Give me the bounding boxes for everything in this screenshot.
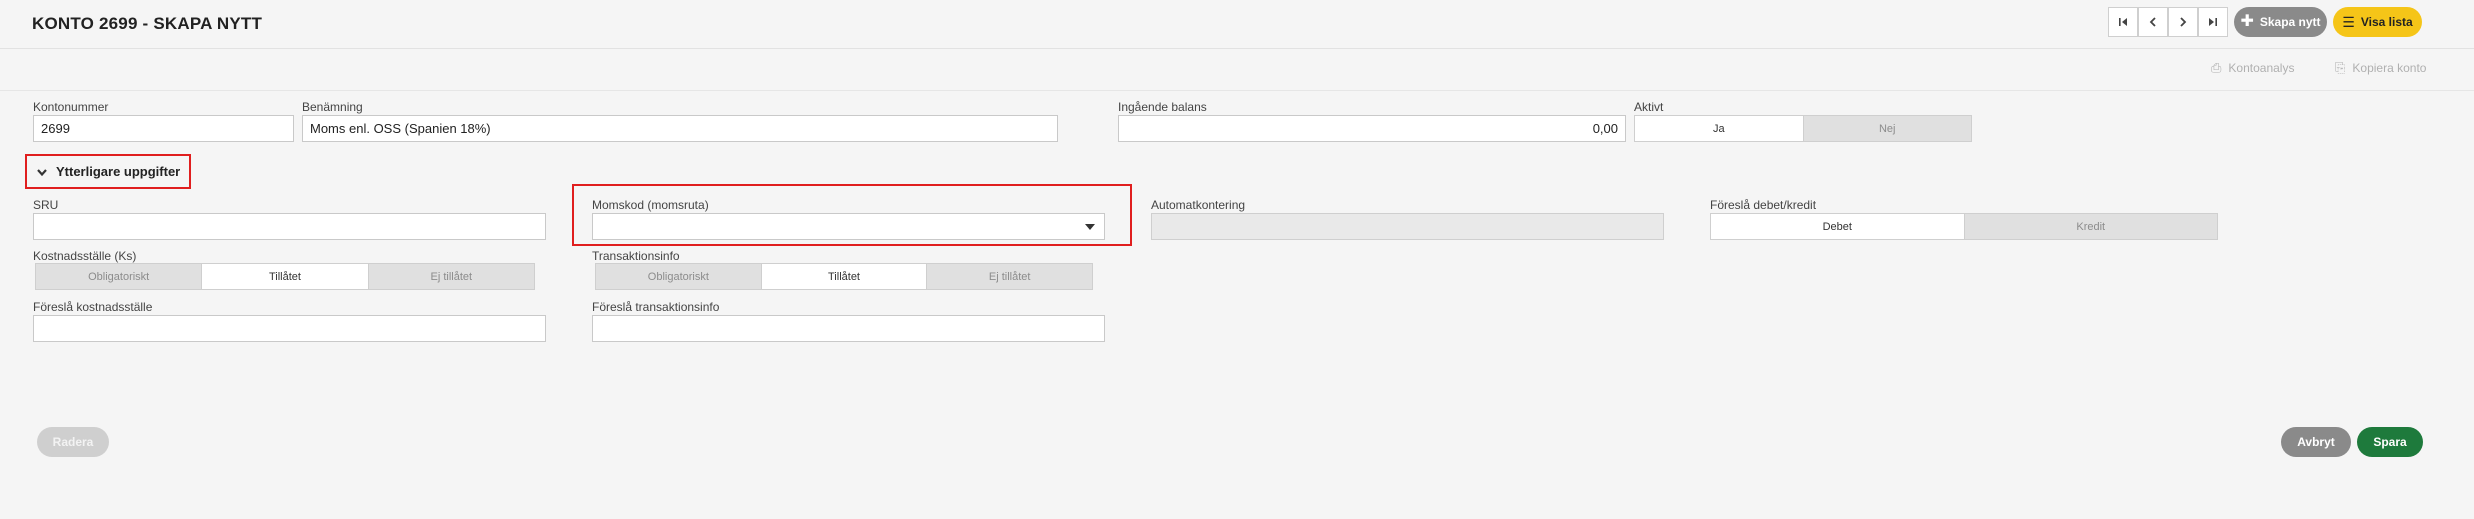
previous-record-button[interactable]: [2138, 7, 2168, 37]
active-toggle: Ja Nej: [1634, 115, 1972, 142]
create-new-button[interactable]: ✚ Skapa nytt: [2234, 7, 2327, 37]
create-new-label: Skapa nytt: [2259, 15, 2321, 29]
opening-balance-label: Ingående balans: [1118, 100, 1207, 114]
last-record-button[interactable]: [2198, 7, 2228, 37]
delete-button[interactable]: Radera: [37, 427, 109, 457]
copy-icon: ⎘: [2335, 60, 2346, 75]
caret-down-icon: [1085, 224, 1095, 230]
debit-option[interactable]: Debet: [1711, 214, 1964, 239]
extra-details-toggle[interactable]: Ytterligare uppgifter: [25, 154, 191, 189]
show-list-label: Visa lista: [2360, 15, 2413, 29]
extra-details-label: Ytterligare uppgifter: [56, 164, 181, 179]
suggest-debit-credit-label: Föreslå debet/kredit: [1710, 198, 1817, 212]
suggest-cost-center-label: Föreslå kostnadsställe: [33, 300, 153, 314]
cost-center-allowed-option[interactable]: Tillåtet: [201, 264, 369, 289]
active-yes-option[interactable]: Ja: [1635, 116, 1803, 141]
cancel-button[interactable]: Avbryt: [2281, 427, 2351, 457]
toolbar-divider: [0, 90, 2474, 91]
first-record-button[interactable]: [2108, 7, 2138, 37]
active-label: Aktivt: [1634, 100, 1664, 114]
cost-center-not-allowed-option[interactable]: Ej tillåtet: [368, 264, 534, 289]
save-button[interactable]: Spara: [2357, 427, 2423, 457]
page-title: KONTO 2699 - SKAPA NYTT: [32, 14, 263, 33]
printer-icon: ⎙: [2211, 60, 2222, 75]
suggest-transaction-info-input[interactable]: [592, 315, 1105, 342]
transaction-info-mandatory-option[interactable]: Obligatoriskt: [596, 264, 761, 289]
cost-center-label: Kostnadsställe (Ks): [33, 249, 137, 263]
name-label: Benämning: [302, 100, 363, 114]
plus-icon: ✚: [2240, 13, 2254, 30]
account-analysis-label: Kontoanalys: [2228, 61, 2295, 75]
header-divider: [0, 48, 2474, 49]
name-input[interactable]: Moms enl. OSS (Spanien 18%): [302, 115, 1058, 142]
suggest-debit-credit-toggle: Debet Kredit: [1710, 213, 2218, 240]
transaction-info-not-allowed-option[interactable]: Ej tillåtet: [927, 264, 1093, 289]
transaction-info-toggle: Obligatoriskt Tillåtet Ej tillåtet: [595, 263, 1093, 290]
chevron-right-icon: [2180, 17, 2187, 27]
account-number-input[interactable]: 2699: [33, 115, 294, 142]
account-number-label: Kontonummer: [33, 100, 109, 114]
cost-center-mandatory-option[interactable]: Obligatoriskt: [36, 264, 202, 289]
account-analysis-link[interactable]: ⎙ Kontoanalys: [2211, 60, 2294, 76]
vat-code-select[interactable]: [592, 213, 1105, 240]
credit-option[interactable]: Kredit: [1963, 214, 2217, 239]
chevron-down-icon: [37, 168, 47, 176]
opening-balance-input[interactable]: 0,00: [1118, 115, 1626, 142]
skip-first-icon: [2119, 18, 2127, 26]
skip-last-icon: [2209, 18, 2217, 26]
copy-account-link[interactable]: ⎘ Kopiera konto: [2335, 60, 2426, 76]
next-record-button[interactable]: [2168, 7, 2198, 37]
show-list-button[interactable]: ☰ Visa lista: [2333, 7, 2422, 37]
sru-input[interactable]: [33, 213, 546, 240]
auto-posting-label: Automatkontering: [1151, 198, 1246, 212]
transaction-info-label: Transaktionsinfo: [592, 249, 680, 263]
active-no-option[interactable]: Nej: [1802, 116, 1971, 141]
sru-label: SRU: [33, 198, 59, 212]
auto-posting-input: [1151, 213, 1664, 240]
cost-center-toggle: Obligatoriskt Tillåtet Ej tillåtet: [35, 263, 535, 290]
copy-account-label: Kopiera konto: [2352, 61, 2427, 75]
chevron-left-icon: [2149, 17, 2156, 27]
transaction-info-allowed-option[interactable]: Tillåtet: [760, 264, 928, 289]
list-icon: ☰: [2342, 14, 2355, 30]
suggest-transaction-info-label: Föreslå transaktionsinfo: [592, 300, 720, 314]
suggest-cost-center-input[interactable]: [33, 315, 546, 342]
vat-code-label: Momskod (momsruta): [592, 198, 709, 212]
